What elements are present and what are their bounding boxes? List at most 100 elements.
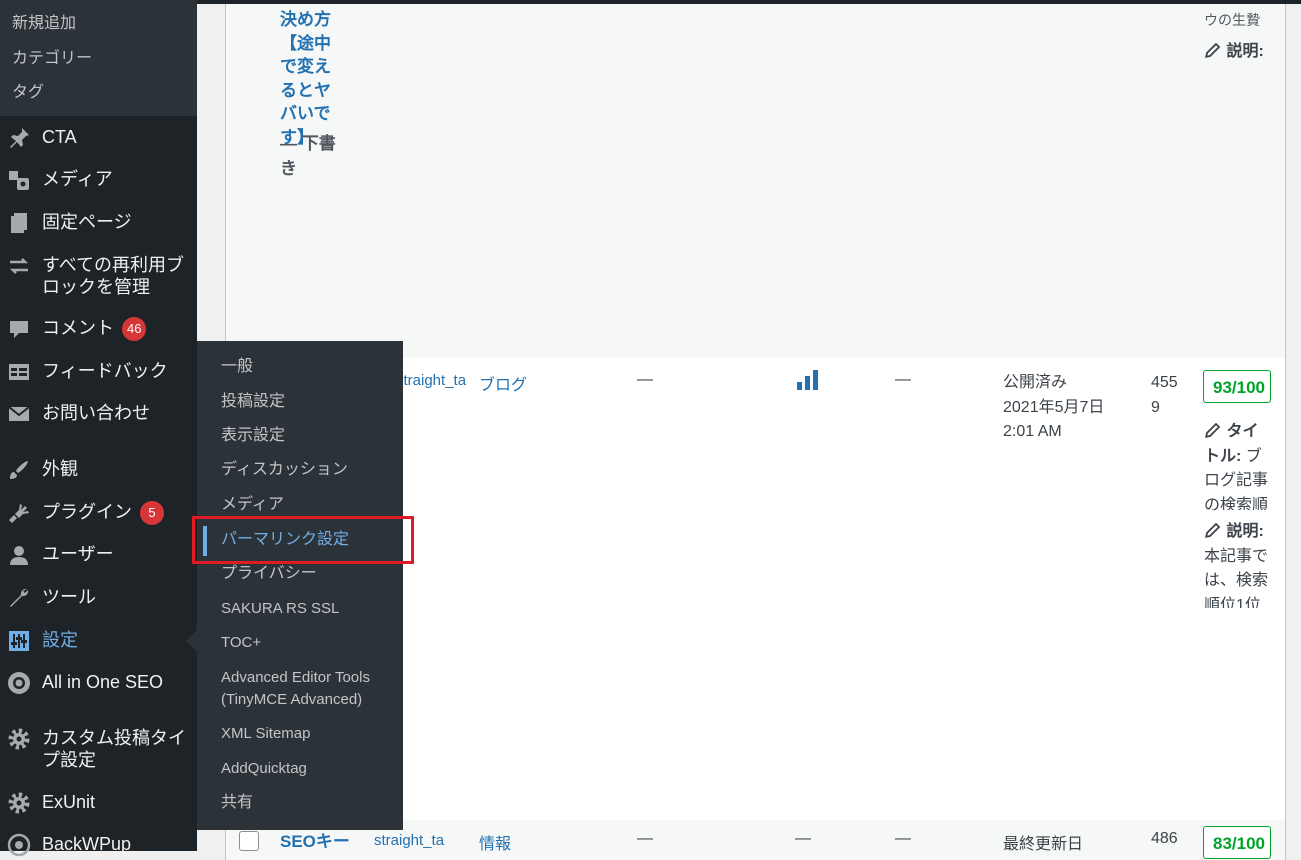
reusable-block-icon	[9, 258, 29, 274]
submenu-categories[interactable]: カテゴリー	[12, 44, 92, 68]
row-select-checkbox[interactable]	[239, 831, 259, 851]
posts-submenu: 新規追加 カテゴリー タグ	[0, 0, 197, 116]
menu-label: メディア	[42, 169, 113, 189]
stats-bar-icon[interactable]	[797, 370, 819, 390]
seo-score-badge[interactable]: 83/100	[1203, 826, 1271, 859]
menu-label: All in One SEO	[42, 672, 164, 692]
seo-title[interactable]: タイトル: ブログ記事の検索順	[1204, 420, 1272, 510]
menu-pages[interactable]: 固定ページ	[0, 211, 197, 235]
flyout-advanced-editor-tools[interactable]: Advanced Editor Tools (TinyMCE Advanced)	[221, 667, 391, 711]
post-id: 486	[1151, 830, 1178, 847]
pencil-icon	[1205, 422, 1221, 438]
aioseo-icon	[8, 672, 30, 694]
tool-icon	[10, 588, 29, 607]
post-author-link[interactable]: straight_ta	[374, 832, 444, 849]
post-tags: —	[637, 371, 653, 388]
seo-description-text: 本記事では、検索順位1位	[1204, 547, 1269, 609]
flyout-writing[interactable]: 投稿設定	[221, 391, 285, 413]
menu-label: 設定	[42, 630, 78, 650]
annotation-highlight-box	[192, 516, 414, 564]
menu-label: ユーザー	[42, 544, 114, 564]
menu-reusable-blocks[interactable]: すべての再利用ブロックを管理	[0, 254, 197, 298]
pencil-icon	[1205, 522, 1221, 538]
flyout-sakura-ssl[interactable]: SAKURA RS SSL	[221, 598, 339, 620]
menu-label: 固定ページ	[42, 212, 132, 232]
flyout-share[interactable]: 共有	[221, 792, 253, 814]
plugin-update-badge: 5	[140, 501, 164, 525]
post-time: 2:01 AM	[1003, 423, 1062, 440]
menu-cta[interactable]: CTA	[0, 126, 197, 150]
user-icon	[10, 546, 28, 565]
gear-icon	[8, 792, 30, 814]
comment-icon	[10, 321, 28, 338]
post-date-column: 公開済み 2021年5月7日 2:01 AM	[1003, 371, 1104, 445]
media-icon	[9, 171, 29, 190]
flyout-xml-sitemap[interactable]: XML Sitemap	[221, 723, 310, 745]
menu-aioseo[interactable]: All in One SEO	[0, 671, 197, 695]
post-category-link[interactable]: 情報	[479, 830, 511, 854]
backwpup-icon	[7, 833, 31, 857]
settings-icon	[9, 631, 29, 651]
seo-snippet: ウの生贄	[1204, 12, 1260, 26]
menu-label: カスタム投稿タイプ設定	[42, 728, 186, 770]
menu-label: BackWPup	[42, 834, 132, 854]
menu-exunit[interactable]: ExUnit	[0, 791, 197, 815]
menu-users[interactable]: ユーザー	[0, 543, 197, 567]
current-menu-arrow	[186, 630, 197, 652]
admin-sidebar: 新規追加 カテゴリー タグ CTA メディア 固定ページ すべての再利用ブロック…	[0, 0, 197, 857]
flyout-reading[interactable]: 表示設定	[221, 425, 285, 447]
menu-label: プラグイン	[42, 502, 132, 522]
post-category-link[interactable]: ブログ	[479, 371, 527, 395]
flyout-general[interactable]: 一般	[221, 356, 253, 378]
flyout-toc-plus[interactable]: TOC+	[221, 632, 261, 654]
feedback-icon	[9, 364, 29, 380]
submenu-tags[interactable]: タグ	[12, 78, 44, 102]
page-icon	[11, 213, 27, 233]
menu-tools[interactable]: ツール	[0, 586, 197, 610]
plugin-icon	[9, 504, 29, 523]
flyout-discussion[interactable]: ディスカッション	[221, 459, 348, 481]
post-status: — 下書き	[280, 134, 336, 178]
menu-settings[interactable]: 設定	[0, 629, 197, 653]
settings-flyout-menu: 一般 投稿設定 表示設定 ディスカッション メディア パーマリンク設定 プライバ…	[197, 341, 403, 830]
post-status: 最終更新日	[1003, 836, 1084, 853]
menu-backwpup[interactable]: BackWPup	[0, 833, 197, 857]
pin-icon	[10, 128, 29, 148]
menu-contact[interactable]: お問い合わせ	[0, 402, 197, 426]
menu-comments[interactable]: コメント 46	[0, 317, 197, 341]
menu-plugins[interactable]: プラグイン 5	[0, 501, 197, 525]
menu-appearance[interactable]: 外観	[0, 458, 197, 482]
menu-label: すべての再利用ブロックを管理	[42, 255, 185, 297]
seo-description[interactable]: 説明: 本記事では、検索順位1位	[1204, 520, 1272, 608]
comment-count-badge: 46	[122, 317, 147, 341]
menu-media[interactable]: メディア	[0, 168, 197, 192]
appearance-icon	[10, 461, 28, 479]
menu-label: ツール	[42, 587, 96, 607]
menu-custom-post-type[interactable]: カスタム投稿タイプ設定	[0, 727, 197, 771]
menu-label: 外観	[42, 459, 78, 479]
post-title-link[interactable]: 決め方【途中で変えるとヤバいです】	[280, 8, 340, 149]
menu-label: CTA	[42, 127, 77, 147]
submenu-add-new[interactable]: 新規追加	[12, 9, 76, 33]
post-status: 公開済み	[1003, 374, 1068, 391]
pencil-icon	[1205, 42, 1221, 58]
seo-score-badge[interactable]: 93/100	[1203, 370, 1271, 403]
menu-label: ExUnit	[42, 792, 96, 812]
post-tags: —	[637, 830, 653, 847]
post-comments: —	[895, 371, 911, 388]
flyout-privacy[interactable]: プライバシー	[221, 563, 317, 585]
mail-icon	[8, 406, 30, 421]
flyout-media[interactable]: メディア	[221, 494, 284, 516]
post-title-link[interactable]: SEOキー	[280, 830, 350, 854]
seo-description[interactable]: 説明:	[1204, 40, 1272, 65]
menu-label: コメント	[42, 318, 114, 338]
menu-label: お問い合わせ	[42, 403, 150, 423]
flyout-addquicktag[interactable]: AddQuicktag	[221, 758, 307, 780]
post-author-link[interactable]: straight_ta	[396, 372, 476, 389]
seo-description-label: 説明:	[1226, 523, 1264, 540]
post-stats: —	[795, 830, 811, 847]
menu-feedback[interactable]: フィードバック	[0, 360, 197, 384]
menu-label: フィードバック	[42, 361, 168, 381]
post-comments: —	[895, 830, 911, 847]
table-row: 決め方【途中で変えるとヤバいです】 — 下書き ウの生贄 説明:	[225, 4, 1286, 358]
